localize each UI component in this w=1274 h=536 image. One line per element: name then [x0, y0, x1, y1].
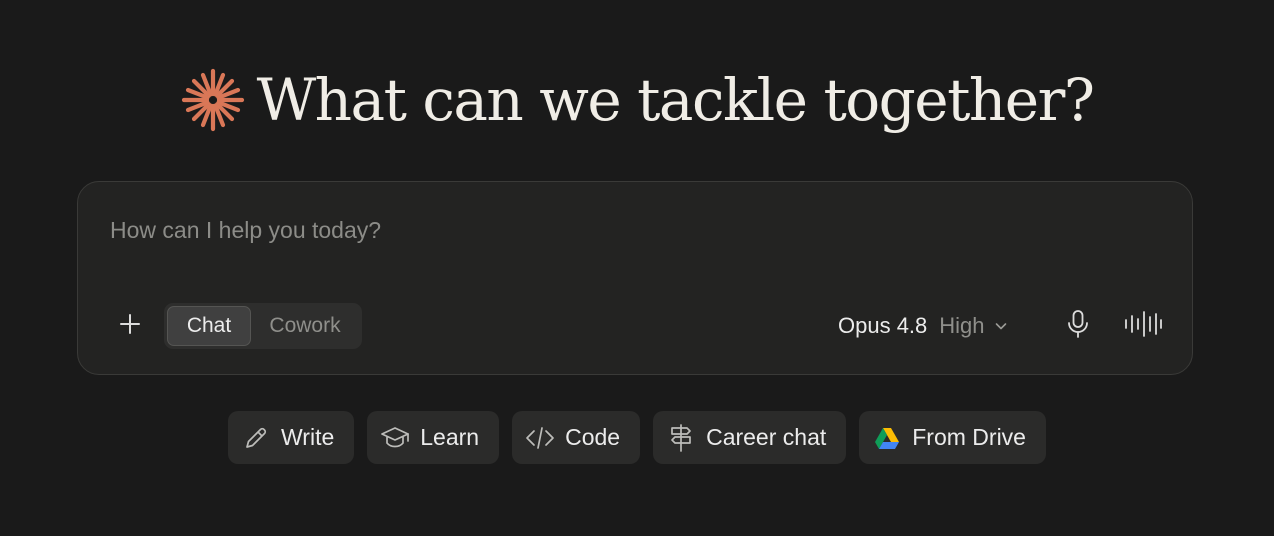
chip-label: Career chat	[706, 424, 827, 450]
hero-greeting: What can we tackle together?	[0, 60, 1274, 140]
voice-waveform-icon	[1124, 310, 1162, 343]
effort-level: High	[939, 313, 985, 338]
page-title: What can we tackle together?	[256, 66, 1095, 134]
mode-toggle: Chat Cowork	[164, 303, 362, 349]
signpost-icon	[666, 423, 696, 453]
chip-career-chat[interactable]: Career chat	[653, 411, 847, 464]
model-selector[interactable]: Opus 4.8 High	[838, 308, 1009, 344]
dictation-button[interactable]	[1060, 308, 1096, 344]
sunburst-logo-icon	[181, 68, 245, 132]
new-chat-page: What can we tackle together? Chat Cowork…	[0, 0, 1274, 536]
chip-code[interactable]: Code	[512, 411, 641, 464]
chip-label: From Drive	[912, 424, 1026, 450]
chevron-down-icon	[993, 318, 1009, 334]
chip-label: Code	[565, 424, 621, 450]
chip-write[interactable]: Write	[228, 411, 355, 464]
google-drive-icon	[872, 423, 902, 453]
graduation-cap-icon	[380, 423, 410, 453]
code-brackets-icon	[525, 423, 555, 453]
chip-from-drive[interactable]: From Drive	[859, 411, 1046, 464]
microphone-icon	[1065, 309, 1091, 344]
chip-label: Learn	[420, 424, 480, 450]
suggestion-chips: Write Learn Code Career chat From Drive	[0, 411, 1274, 464]
plus-icon	[118, 312, 142, 341]
pencil-icon	[241, 423, 271, 453]
add-attachment-button[interactable]	[110, 306, 150, 346]
chip-learn[interactable]: Learn	[367, 411, 500, 464]
prompt-input[interactable]	[110, 212, 1150, 248]
chip-label: Write	[281, 424, 335, 450]
model-name: Opus 4.8	[838, 313, 928, 338]
mode-cowork-tab[interactable]: Cowork	[251, 306, 359, 346]
chat-composer: Chat Cowork Opus 4.8 High	[77, 181, 1193, 375]
mode-chat-tab[interactable]: Chat	[167, 306, 251, 346]
voice-mode-button[interactable]	[1123, 308, 1163, 344]
